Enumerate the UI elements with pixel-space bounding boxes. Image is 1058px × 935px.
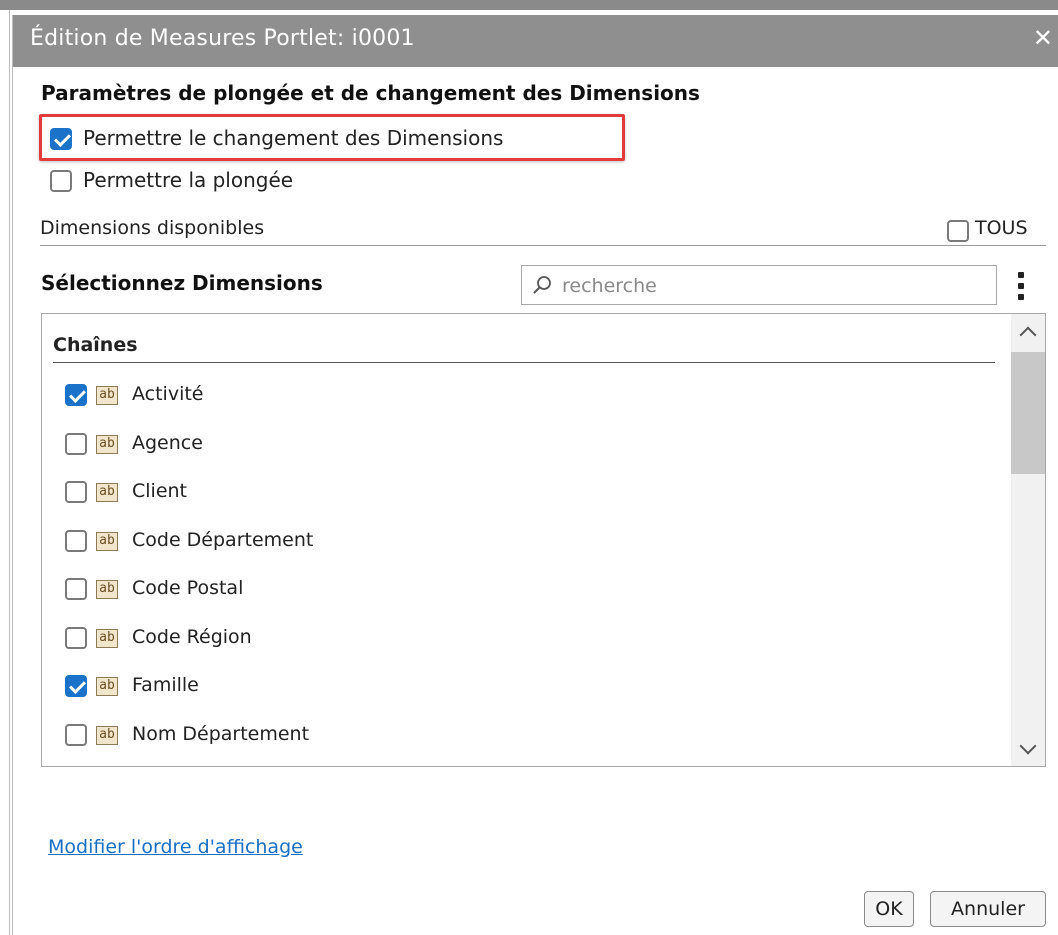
modify-display-order-link[interactable]: Modifier l'ordre d'affichage <box>48 836 303 858</box>
search-box <box>521 265 997 305</box>
list-item-label: Famille <box>132 674 199 696</box>
list-item[interactable]: ab Famille <box>42 667 1002 707</box>
list-item-label: Agence <box>132 432 203 454</box>
select-all-checkbox[interactable] <box>947 220 969 242</box>
string-type-icon: ab <box>96 483 118 502</box>
list-item[interactable]: ab Client <box>42 473 1002 513</box>
list-item-label: Code Département <box>132 529 314 551</box>
list-item-label: Code Postal <box>132 577 244 599</box>
list-item[interactable]: ab Code Département <box>42 522 1002 562</box>
list-item[interactable]: ab Agence <box>42 425 1002 465</box>
list-item-checkbox[interactable] <box>65 627 87 649</box>
window-top-edge <box>0 0 1058 10</box>
edit-portlet-dialog: Édition de Measures Portlet: i0001 ✕ Par… <box>12 15 1058 935</box>
string-type-icon: ab <box>96 580 118 599</box>
list-item-label: Code Région <box>132 626 252 648</box>
close-icon[interactable]: ✕ <box>1033 24 1053 52</box>
group-header-label: Chaînes <box>53 334 138 356</box>
list-item-checkbox[interactable] <box>65 578 87 600</box>
list-item-label: Activité <box>132 383 204 405</box>
allow-dimension-change-label: Permettre le changement des Dimensions <box>83 126 504 150</box>
list-item-checkbox[interactable] <box>65 481 87 503</box>
string-type-icon: ab <box>96 435 118 454</box>
cancel-button[interactable]: Annuler <box>930 891 1046 927</box>
drill-section-title: Paramètres de plongée et de changement d… <box>41 81 700 105</box>
search-input[interactable] <box>560 270 984 302</box>
more-options-icon[interactable] <box>1016 272 1026 300</box>
dimensions-list: Chaînes ab Activité ab Agence ab Client ab Code… <box>41 313 1046 767</box>
list-item[interactable]: ab Nom Département <box>42 716 1002 756</box>
scroll-thumb[interactable] <box>1011 352 1045 474</box>
string-type-icon: ab <box>96 532 118 551</box>
list-item[interactable]: ab Code Postal <box>42 570 1002 610</box>
string-type-icon: ab <box>96 726 118 745</box>
dialog-title: Édition de Measures Portlet: i0001 <box>30 26 415 51</box>
list-item-checkbox[interactable] <box>65 530 87 552</box>
list-item-checkbox[interactable] <box>65 384 87 406</box>
scroll-down-button[interactable] <box>1011 732 1045 766</box>
list-item-checkbox[interactable] <box>65 675 87 697</box>
ok-button[interactable]: OK <box>864 891 914 927</box>
available-dimensions-row: Dimensions disponibles <box>40 215 1046 246</box>
list-item-label: Client <box>132 480 188 502</box>
allow-drill-checkbox[interactable] <box>50 170 72 192</box>
list-item-label: Nom Département <box>132 723 310 745</box>
group-header-strings: Chaînes <box>53 334 995 363</box>
select-all-label: TOUS <box>975 217 1028 239</box>
string-type-icon: ab <box>96 677 118 696</box>
select-dimensions-title: Sélectionnez Dimensions <box>41 271 323 295</box>
allow-drill-label: Permettre la plongée <box>83 168 294 192</box>
available-dimensions-label: Dimensions disponibles <box>40 217 265 239</box>
string-type-icon: ab <box>96 386 118 405</box>
list-item-checkbox[interactable] <box>65 724 87 746</box>
dialog-titlebar: Édition de Measures Portlet: i0001 ✕ <box>13 15 1058 67</box>
chevron-down-icon <box>1019 737 1037 755</box>
list-item-checkbox[interactable] <box>65 433 87 455</box>
scroll-up-button[interactable] <box>1011 314 1045 348</box>
list-scrollbar[interactable] <box>1011 314 1045 766</box>
list-item[interactable]: ab Activité <box>42 376 1002 416</box>
chevron-up-icon <box>1019 326 1037 344</box>
search-icon <box>533 276 551 294</box>
window-left-edge <box>0 10 10 935</box>
allow-dimension-change-checkbox[interactable] <box>50 128 72 150</box>
list-item[interactable]: ab Code Région <box>42 619 1002 659</box>
string-type-icon: ab <box>96 629 118 648</box>
